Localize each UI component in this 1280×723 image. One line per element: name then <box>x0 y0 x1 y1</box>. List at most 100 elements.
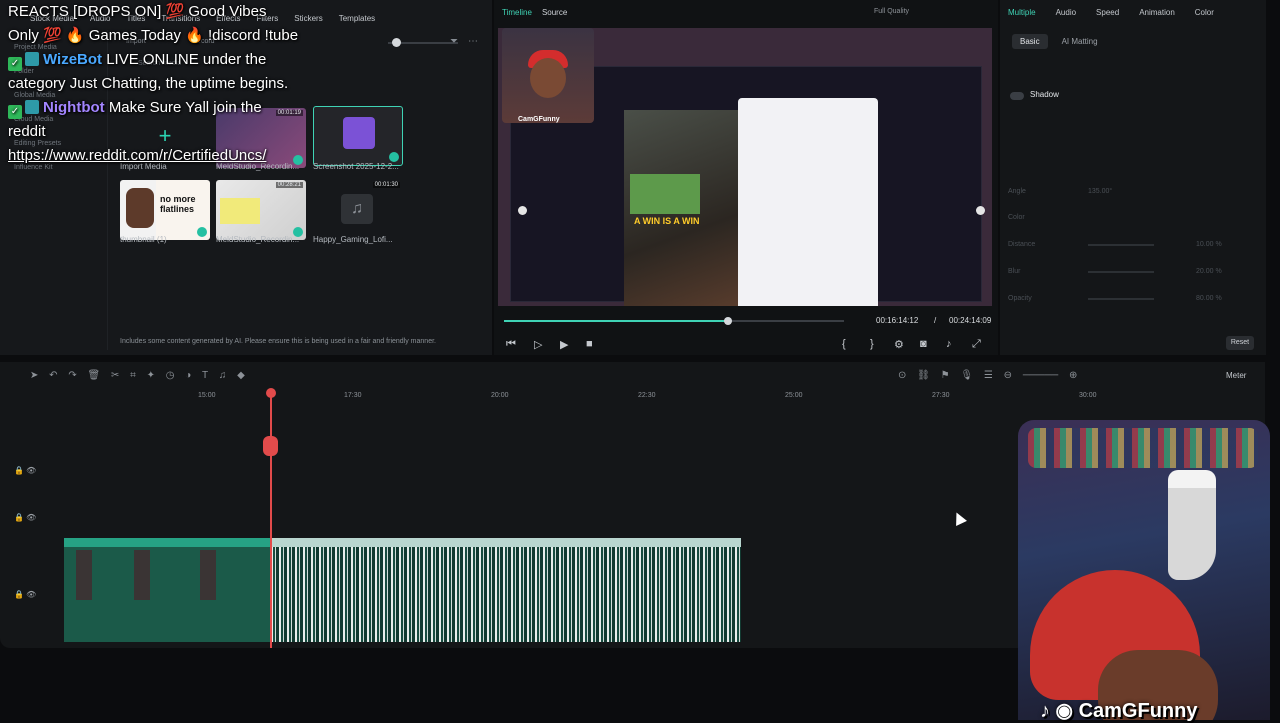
timeline-clip-cuts[interactable] <box>271 538 741 642</box>
check-icon <box>389 152 399 162</box>
mark-in-icon[interactable]: { <box>842 338 846 350</box>
opacity-value[interactable]: 80.00 % <box>1196 295 1222 302</box>
check-badge-icon: ✓ <box>8 105 22 119</box>
chat-username: Nightbot <box>43 99 105 116</box>
speed-icon[interactable]: ◷ <box>166 370 175 381</box>
prev-frame-icon[interactable]: ⏮ <box>506 338 516 351</box>
christmas-lights <box>1028 428 1258 468</box>
audio-tool-icon[interactable]: ♫ <box>219 370 227 381</box>
distance-slider[interactable] <box>1088 244 1154 246</box>
tab-source[interactable]: Source <box>542 8 567 17</box>
opacity-slider[interactable] <box>1088 298 1154 300</box>
tab-audio-props[interactable]: Audio <box>1056 8 1076 17</box>
preview-webcam <box>502 28 594 123</box>
media-thumb-thumbnail[interactable]: no more flatlines <box>120 180 210 240</box>
delete-icon[interactable]: 🗑 <box>88 370 101 381</box>
more-icon[interactable]: ⋯ <box>468 36 478 47</box>
duration-badge: 00:28:21 <box>275 182 303 188</box>
time-separator: / <box>934 316 937 325</box>
recording-frame <box>220 198 260 224</box>
mark-out-icon[interactable]: } <box>870 338 874 350</box>
thumbnail-text: no more flatlines <box>160 194 196 214</box>
media-caption: thumbnail (1) <box>120 235 167 244</box>
blur-label: Blur <box>1008 268 1021 275</box>
snapshot-icon[interactable]: ◙ <box>920 338 927 350</box>
zoom-slider[interactable]: ───── <box>1023 370 1058 381</box>
blur-slider[interactable] <box>1088 271 1154 273</box>
angle-value[interactable]: 135.00° <box>1088 188 1112 195</box>
preview-tabs: Timeline Source <box>502 8 567 17</box>
media-thumb-recording-2[interactable]: 00:28:21 <box>216 180 306 240</box>
track-3-controls[interactable]: 🔒 👁 <box>14 466 36 475</box>
subtab-ai-matting[interactable]: AI Matting <box>1054 34 1106 49</box>
shadow-toggle[interactable] <box>1010 92 1024 100</box>
redo-icon[interactable]: ↷ <box>68 370 76 381</box>
slider-knob[interactable] <box>392 38 401 47</box>
media-caption: MeldStudio_Recordin... <box>216 235 300 244</box>
playhead-scissors-handle[interactable] <box>263 436 278 456</box>
tab-animation[interactable]: Animation <box>1139 8 1175 17</box>
reset-button[interactable]: Reset <box>1226 336 1254 350</box>
mic-icon[interactable]: 🎙 <box>960 370 973 381</box>
preview-win-text: A WIN IS A WIN <box>634 216 700 226</box>
media-thumb-audio[interactable]: ♫ 00:01:30 <box>313 180 403 240</box>
color-icon[interactable]: ◑ <box>185 370 191 381</box>
distance-label: Distance <box>1008 241 1036 248</box>
playhead[interactable] <box>270 392 272 648</box>
chat-line: Only 💯 🔥 Games Today 🔥 !discord !tube <box>8 27 299 44</box>
timeline-toolbar-right: ⊙ ⛓ ⚑ 🎙 ☰ ⊖ ───── ⊕ <box>898 370 1085 381</box>
blur-value[interactable]: 20.00 % <box>1196 268 1222 275</box>
zoom-out-icon[interactable]: ⊖ <box>1004 370 1012 381</box>
subtab-basic[interactable]: Basic <box>1012 34 1048 49</box>
properties-tabs: Multiple Audio Speed Animation Color <box>1008 8 1214 17</box>
color-label: Color <box>1008 214 1025 221</box>
chat-line: category Just Chatting, the uptime begin… <box>8 75 289 92</box>
preview-canvas[interactable]: A WIN IS A WIN CamGFunny <box>498 28 992 306</box>
playhead-top[interactable] <box>266 388 276 398</box>
keyframe-icon[interactable]: ◆ <box>237 370 245 381</box>
track-2-controls[interactable]: 🔒 👁 <box>14 513 36 522</box>
tab-color[interactable]: Color <box>1195 8 1214 17</box>
play-back-icon[interactable]: ▷ <box>534 338 542 351</box>
snap-icon[interactable]: ⊙ <box>898 370 906 381</box>
quality-select[interactable]: Full Quality <box>874 8 909 15</box>
timeline-ruler[interactable]: 15:00 17:30 20:00 22:30 25:00 27:30 30:0… <box>60 392 1200 406</box>
text-icon[interactable]: T <box>202 370 208 381</box>
filter-icon[interactable]: ⏷ <box>450 36 458 47</box>
distance-value[interactable]: 10.00 % <box>1196 241 1222 248</box>
progress-knob[interactable] <box>724 317 733 325</box>
mixer-icon[interactable]: ☰ <box>984 370 993 381</box>
play-icon[interactable]: ▶ <box>560 338 568 351</box>
chat-line-nightbot: ✓ Nightbot Make Sure Yall join the <box>8 96 328 120</box>
properties-subtabs: Basic AI Matting <box>1012 34 1106 49</box>
tab-timeline[interactable]: Timeline <box>502 8 532 17</box>
ai-tool-icon[interactable]: ✦ <box>147 370 155 381</box>
tab-speed[interactable]: Speed <box>1096 8 1119 17</box>
preview-progress-bar[interactable] <box>504 317 844 325</box>
tab-templates[interactable]: Templates <box>339 14 375 23</box>
chat-line-wizebot: ✓ WizeBot LIVE ONLINE under the <box>8 48 328 72</box>
zoom-in-icon[interactable]: ⊕ <box>1069 370 1077 381</box>
ruler-tick: 27:30 <box>932 392 950 399</box>
duration-badge: 00:01:30 <box>372 182 400 188</box>
link-icon[interactable]: ⛓ <box>917 370 930 381</box>
settings-icon[interactable]: ⚙ <box>894 338 904 351</box>
total-time: 00:24:14:09 <box>949 316 992 325</box>
track-1-controls[interactable]: 🔒 👁 <box>14 590 36 599</box>
fullscreen-icon[interactable]: ⤢ <box>972 338 981 351</box>
preview-cam-name: CamGFunny <box>518 116 560 123</box>
chat-link[interactable]: https://www.reddit.com/r/CertifiedUncs/ <box>8 144 328 168</box>
split-icon[interactable]: ✂ <box>111 370 119 381</box>
streamer-name: ♪ ◉ CamGFunny <box>1040 700 1198 722</box>
ruler-tick: 20:00 <box>491 392 509 399</box>
tab-multiple[interactable]: Multiple <box>1008 8 1036 17</box>
select-tool-icon[interactable]: ➤ <box>30 370 38 381</box>
stop-icon[interactable]: ■ <box>586 338 593 350</box>
volume-icon[interactable]: ♪ <box>946 338 952 350</box>
timeline-clip-recording[interactable] <box>64 538 270 642</box>
crop-icon[interactable]: ⌗ <box>130 370 136 381</box>
marker-icon[interactable]: ⚑ <box>941 370 950 381</box>
meter-button[interactable]: Meter <box>1226 371 1246 380</box>
undo-icon[interactable]: ↶ <box>49 370 57 381</box>
chat-message: LIVE ONLINE under the <box>106 51 267 68</box>
